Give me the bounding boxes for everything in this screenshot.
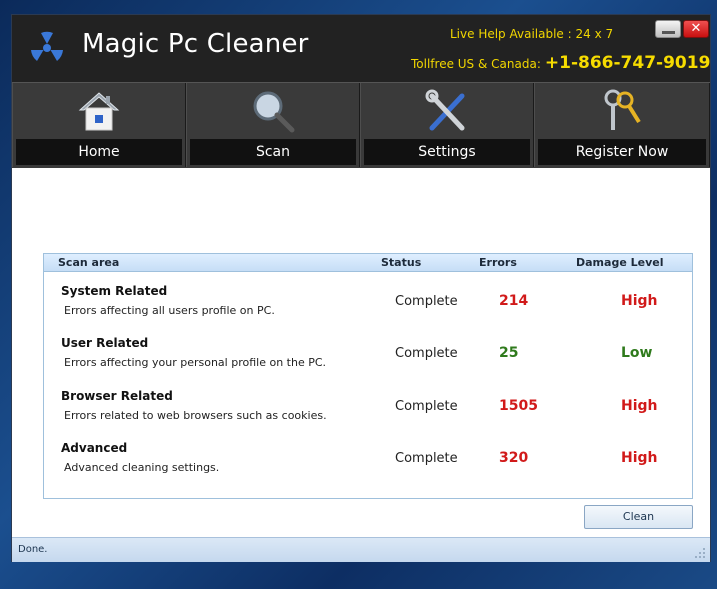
phone-number: +1-866-747-9019 [544, 53, 711, 73]
close-icon: ✕ [690, 21, 702, 36]
row-status: Complete [395, 346, 458, 361]
col-damage-level: Damage Level [576, 256, 664, 269]
app-window: Magic Pc Cleaner Live Help Available : 2… [11, 14, 711, 562]
nav-register[interactable]: Register Now [534, 83, 710, 167]
resize-grip-icon[interactable] [694, 547, 706, 559]
close-button[interactable]: ✕ [683, 20, 709, 38]
row-title: Advanced [61, 441, 128, 455]
row-errors: 320 [499, 450, 529, 466]
row-description: Errors related to web browsers such as c… [64, 409, 327, 422]
home-icon [78, 92, 120, 131]
row-title: User Related [61, 336, 149, 350]
tollfree-line: Tollfree US & Canada: +1-866-747-9019 [411, 53, 710, 73]
row-title: System Related [61, 284, 168, 298]
status-text: Done. [18, 544, 48, 555]
scan-results-panel: Scan area Status Errors Damage Level Sys… [43, 253, 693, 499]
nav-home-label: Home [16, 139, 182, 165]
nav-settings[interactable]: Settings [360, 83, 534, 167]
table-row: Browser Related Errors related to web br… [44, 389, 692, 441]
minimize-button[interactable] [655, 20, 681, 38]
table-row: Advanced Advanced cleaning settings. Com… [44, 441, 692, 493]
col-status: Status [381, 256, 422, 269]
nav-scan[interactable]: Scan [186, 83, 360, 167]
magnifier-icon [253, 91, 295, 133]
row-description: Errors affecting your personal profile o… [64, 356, 327, 369]
col-scan-area: Scan area [58, 256, 120, 269]
keys-icon [604, 89, 641, 130]
row-title: Browser Related [61, 389, 173, 403]
nav-scan-label: Scan [190, 139, 356, 165]
app-header: Magic Pc Cleaner Live Help Available : 2… [12, 15, 710, 82]
nav-settings-label: Settings [364, 139, 530, 165]
row-status: Complete [395, 399, 458, 414]
tools-icon [425, 89, 465, 131]
app-title: Magic Pc Cleaner [82, 29, 309, 59]
tollfree-label: Tollfree US & Canada: [411, 57, 541, 71]
row-damage: Low [621, 345, 653, 361]
table-row: User Related Errors affecting your perso… [44, 336, 692, 388]
table-header: Scan area Status Errors Damage Level [44, 254, 692, 272]
row-errors: 1505 [499, 398, 538, 414]
status-bar: Done. [12, 537, 710, 562]
row-errors: 25 [499, 345, 519, 361]
row-description: Advanced cleaning settings. [64, 461, 220, 474]
nav-register-label: Register Now [538, 139, 706, 165]
row-status: Complete [395, 451, 458, 466]
row-damage: High [621, 398, 658, 414]
row-errors: 214 [499, 293, 529, 309]
radiation-logo-icon [31, 31, 63, 61]
col-errors: Errors [479, 256, 517, 269]
table-row: System Related Errors affecting all user… [44, 284, 692, 336]
minimize-icon [662, 31, 675, 34]
main-nav: Home Scan Settings Register Now [12, 82, 710, 168]
nav-home[interactable]: Home [12, 83, 186, 167]
row-damage: High [621, 293, 658, 309]
row-damage: High [621, 450, 658, 466]
row-description: Errors affecting all users profile on PC… [64, 304, 275, 317]
clean-button[interactable]: Clean [584, 505, 693, 529]
row-status: Complete [395, 294, 458, 309]
live-help-text: Live Help Available : 24 x 7 [450, 27, 614, 41]
